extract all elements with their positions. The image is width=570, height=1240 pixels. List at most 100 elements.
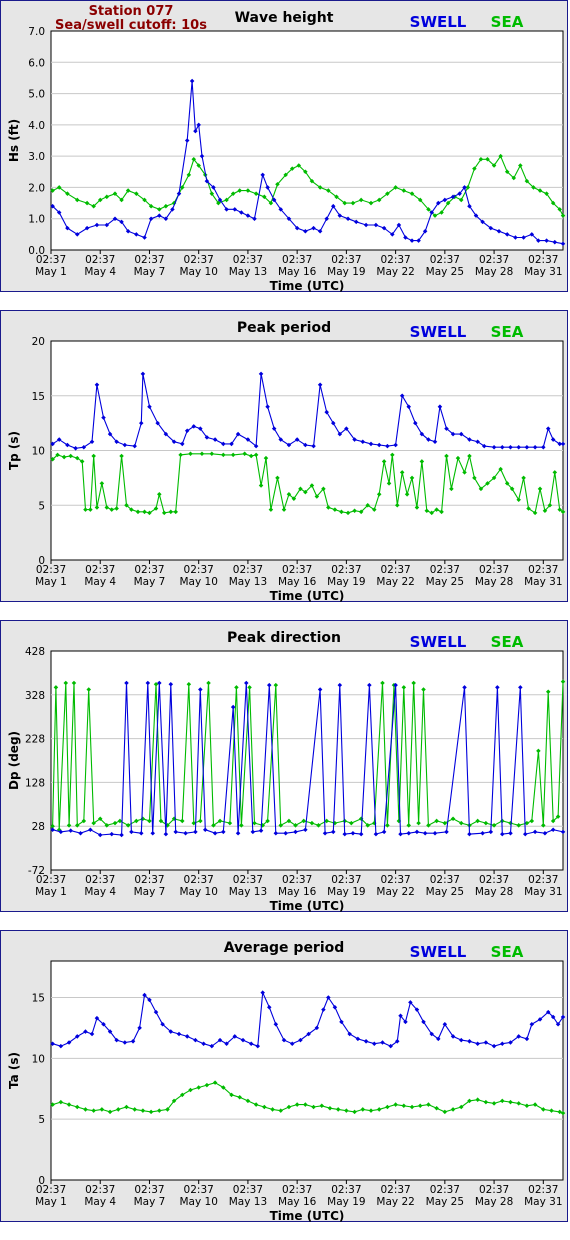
x-axis-label: Time (UTC) <box>270 899 345 913</box>
x-tick-time: 02:37 <box>528 1184 558 1196</box>
wave-height-panel: Station 077 Sea/swell cutoff: 10s 0.0 1.0… <box>0 0 568 293</box>
x-tick-time: 02:37 <box>331 1184 361 1196</box>
x-tick-time: 02:37 <box>36 1184 66 1196</box>
x-tick-date: May 7 <box>134 576 166 588</box>
x-tick-time: 02:37 <box>430 564 460 576</box>
x-tick-date: May 1 <box>35 266 67 278</box>
x-tick-time: 02:37 <box>85 564 115 576</box>
plot-area <box>50 960 564 1181</box>
x-tick-date: May 22 <box>376 1196 414 1208</box>
x-tick-date: May 4 <box>84 1196 116 1208</box>
peak-direction-panel: -72 28 128 228 328 428 02:37 May 1 02:37 May 4 02:… <box>0 620 568 913</box>
y-tick-label: 28 <box>32 821 45 833</box>
y-tick-label: 328 <box>25 690 45 702</box>
x-tick-date: May 10 <box>179 1196 217 1208</box>
x-tick-time: 02:37 <box>184 874 214 886</box>
y-tick-label: 3.0 <box>28 151 45 163</box>
x-tick-date: May 19 <box>327 266 365 278</box>
peak-direction-chart: -722812822832842802:37May 102:37May 402:… <box>7 630 566 913</box>
x-tick-date: May 25 <box>426 886 464 898</box>
legend-sea: SEA <box>491 323 524 341</box>
x-tick-date: May 31 <box>524 886 562 898</box>
y-tick-label: 10 <box>32 1053 45 1065</box>
x-tick-date: May 19 <box>327 886 365 898</box>
station-name: Station 077 <box>89 4 174 19</box>
x-tick-date: May 31 <box>524 576 562 588</box>
x-tick-time: 02:37 <box>282 874 312 886</box>
x-tick-date: May 10 <box>179 266 217 278</box>
chart-title: Peak period <box>237 320 331 336</box>
x-tick-date: May 13 <box>229 576 267 588</box>
average-period-panel: 0 5 10 15 02:37 May 1 02:37 May 4 02:37 May 7 02:3… <box>0 930 568 1223</box>
x-tick-time: 02:37 <box>528 874 558 886</box>
x-tick-date: May 1 <box>35 576 67 588</box>
x-axis-label: Time (UTC) <box>270 1209 345 1223</box>
y-axis-label: Ta (s) <box>7 1052 21 1089</box>
x-tick-date: May 28 <box>475 576 513 588</box>
x-tick-time: 02:37 <box>479 1184 509 1196</box>
x-tick-date: May 13 <box>229 266 267 278</box>
y-tick-label: 7.0 <box>28 26 45 38</box>
y-tick-label: 1.0 <box>28 214 45 226</box>
y-tick-label: 20 <box>32 336 45 348</box>
legend-swell: SWELL <box>410 13 467 31</box>
x-tick-date: May 25 <box>426 266 464 278</box>
x-axis-label: Time (UTC) <box>270 279 345 293</box>
y-tick-label: 5 <box>38 500 45 512</box>
x-tick-time: 02:37 <box>184 564 214 576</box>
y-tick-label: 15 <box>32 391 45 403</box>
x-tick-date: May 10 <box>179 886 217 898</box>
x-tick-time: 02:37 <box>134 1184 164 1196</box>
plot-area <box>50 30 564 251</box>
x-tick-time: 02:37 <box>282 1184 312 1196</box>
y-tick-label: 128 <box>25 777 45 789</box>
x-tick-date: May 19 <box>327 1196 365 1208</box>
x-tick-date: May 1 <box>35 886 67 898</box>
x-tick-time: 02:37 <box>331 564 361 576</box>
x-tick-time: 02:37 <box>282 564 312 576</box>
x-tick-date: May 22 <box>376 886 414 898</box>
x-axis-label: Time (UTC) <box>270 589 345 603</box>
x-tick-time: 02:37 <box>85 874 115 886</box>
x-tick-time: 02:37 <box>184 1184 214 1196</box>
y-axis-label: Dp (deg) <box>7 731 21 790</box>
x-tick-date: May 7 <box>134 886 166 898</box>
x-tick-time: 02:37 <box>430 254 460 266</box>
x-tick-date: May 4 <box>84 576 116 588</box>
chart-title: Wave height <box>235 10 334 26</box>
y-tick-label: 2.0 <box>28 182 45 194</box>
chart-title: Peak direction <box>227 630 341 646</box>
legend-sea: SEA <box>491 633 524 651</box>
x-tick-date: May 25 <box>426 576 464 588</box>
x-tick-date: May 22 <box>376 576 414 588</box>
x-tick-time: 02:37 <box>134 254 164 266</box>
x-tick-time: 02:37 <box>233 874 263 886</box>
x-tick-time: 02:37 <box>380 564 410 576</box>
y-tick-label: 5.0 <box>28 89 45 101</box>
chart-title: Average period <box>224 940 345 956</box>
legend-sea: SEA <box>491 13 524 31</box>
x-tick-date: May 13 <box>229 1196 267 1208</box>
y-tick-label: 5 <box>38 1114 45 1126</box>
x-tick-date: May 7 <box>134 266 166 278</box>
x-tick-time: 02:37 <box>331 874 361 886</box>
x-tick-time: 02:37 <box>430 874 460 886</box>
x-tick-time: 02:37 <box>380 1184 410 1196</box>
x-tick-date: May 25 <box>426 1196 464 1208</box>
legend-sea: SEA <box>491 943 524 961</box>
y-tick-label: 428 <box>25 646 45 658</box>
x-tick-time: 02:37 <box>528 564 558 576</box>
x-tick-time: 02:37 <box>479 254 509 266</box>
x-tick-date: May 4 <box>84 886 116 898</box>
x-tick-time: 02:37 <box>36 254 66 266</box>
x-tick-time: 02:37 <box>380 874 410 886</box>
x-tick-date: May 4 <box>84 266 116 278</box>
x-tick-date: May 16 <box>278 1196 317 1208</box>
y-axis-label: Tp (s) <box>7 431 21 470</box>
legend-swell: SWELL <box>410 943 467 961</box>
x-tick-time: 02:37 <box>430 1184 460 1196</box>
y-tick-label: 10 <box>32 446 45 458</box>
x-tick-date: May 19 <box>327 576 365 588</box>
peak-period-chart: 0510152002:37May 102:37May 402:37May 702… <box>7 320 566 603</box>
x-tick-date: May 1 <box>35 1196 67 1208</box>
